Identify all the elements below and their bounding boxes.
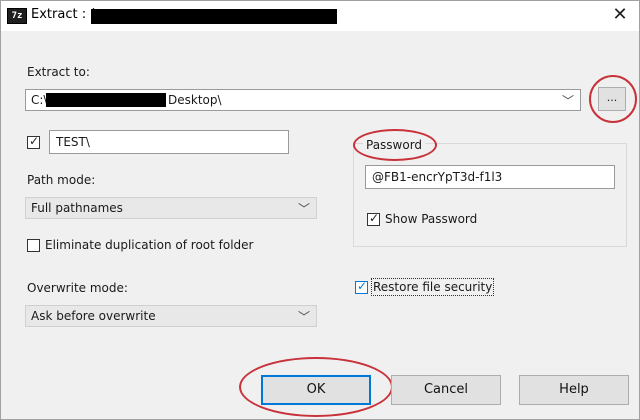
7zip-app-icon: 7z [7,8,27,24]
window-title: Extract : ( [31,7,96,22]
show-password-label[interactable]: Show Password [385,212,477,226]
path-mode-label: Path mode: [27,173,96,187]
path-mode-value: Full pathnames [31,201,123,215]
overwrite-mode-value: Ask before overwrite [31,309,156,323]
extract-to-label: Extract to: [27,65,90,79]
help-button[interactable]: Help [519,375,629,405]
chevron-down-icon[interactable]: ﹀ [562,92,574,109]
redacted-path-block [46,93,166,107]
redacted-title-block [91,9,337,24]
subfolder-checkbox[interactable]: ✓ [27,134,40,149]
checkmark-icon: ✓ [357,279,368,293]
eliminate-duplication-checkbox[interactable] [27,239,40,252]
password-input[interactable]: @FB1-encrYpT3d-f1l3 [365,165,615,189]
path-mode-select[interactable]: Full pathnames ﹀ [25,197,317,219]
password-annotation-circle [353,129,437,161]
checkmark-icon: ✓ [29,134,40,148]
checkmark-icon: ✓ [369,211,380,225]
show-password-checkbox[interactable]: ✓ [367,211,380,226]
cancel-button[interactable]: Cancel [391,375,501,405]
overwrite-mode-select[interactable]: Ask before overwrite ﹀ [25,305,317,327]
restore-security-checkbox[interactable]: ✓ [355,279,368,294]
chevron-down-icon: ﹀ [297,310,310,324]
subfolder-input[interactable]: TEST\ [49,130,289,154]
extract-to-path-prefix: C:\ [31,93,48,107]
extract-dialog: 7z Extract : ( ✕ Extract to: C:\ Desktop… [0,0,640,420]
browse-annotation-circle [589,75,637,123]
chevron-down-icon: ﹀ [297,202,310,216]
ok-annotation-circle [239,357,393,417]
extract-to-combo[interactable]: C:\ Desktop\ ﹀ [25,89,581,111]
title-bar[interactable]: 7z Extract : ( ✕ [1,1,639,31]
overwrite-mode-label: Overwrite mode: [27,281,128,295]
extract-to-path-suffix: Desktop\ [168,93,222,107]
password-value: @FB1-encrYpT3d-f1l3 [372,170,503,184]
restore-security-label[interactable]: Restore file security [370,278,495,296]
close-icon[interactable]: ✕ [609,4,631,26]
eliminate-duplication-label[interactable]: Eliminate duplication of root folder [45,238,253,252]
subfolder-value: TEST\ [56,135,90,149]
